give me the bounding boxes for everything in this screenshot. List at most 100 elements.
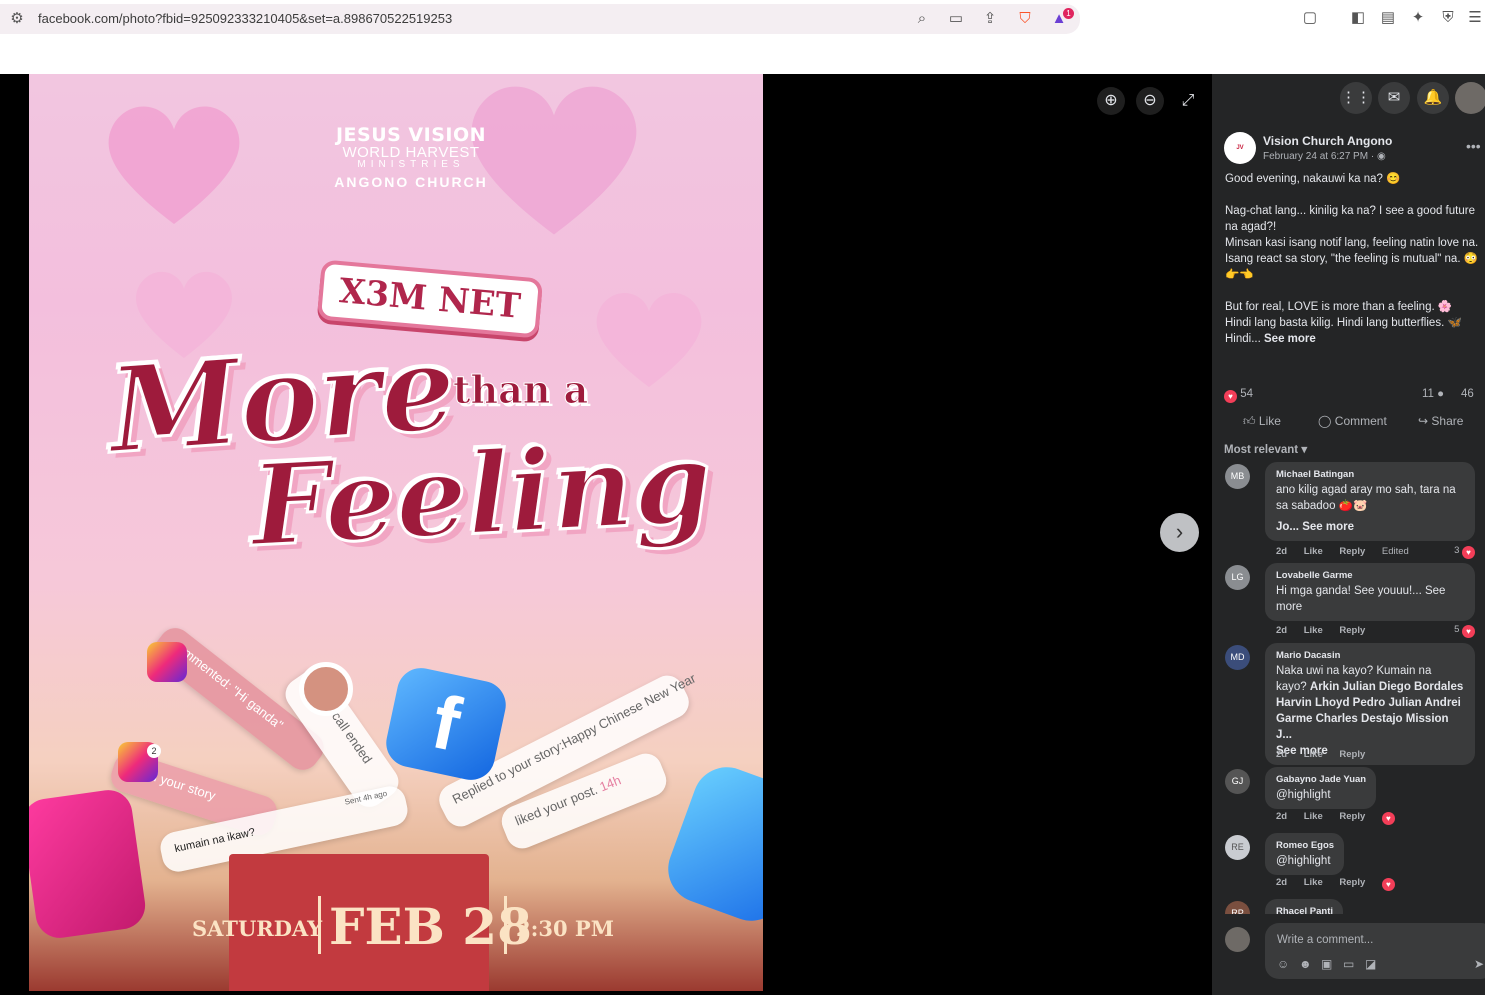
share-count[interactable]: 46 bbox=[1461, 388, 1474, 400]
post-options-icon[interactable]: ••• bbox=[1466, 138, 1481, 154]
reaction-count[interactable]: 54 bbox=[1240, 388, 1253, 400]
comment-bubble: Romeo Egos @highlight bbox=[1265, 833, 1345, 875]
comment-input-wrap[interactable]: ☺ ☻ ▣ ▭ ◪ ➤ bbox=[1265, 923, 1485, 979]
comment-text: @highlight bbox=[1276, 855, 1331, 867]
messenger-icon[interactable]: ✉ bbox=[1378, 82, 1410, 114]
like-label: Like bbox=[1258, 414, 1281, 428]
gif-icon[interactable]: ▭ bbox=[1343, 957, 1354, 971]
comment-reply-button[interactable]: Reply bbox=[1339, 625, 1365, 636]
comment-reply-button[interactable]: Reply bbox=[1339, 811, 1365, 822]
next-photo-button[interactable]: › bbox=[1160, 513, 1199, 552]
comment-reply-button[interactable]: Reply bbox=[1339, 749, 1365, 760]
site-settings-icon[interactable]: ⚙ bbox=[8, 10, 26, 28]
reader-icon[interactable]: ▢ bbox=[1301, 9, 1319, 27]
leo-ai-icon[interactable]: ✦ bbox=[1409, 9, 1427, 27]
camera-icon[interactable]: ▣ bbox=[1321, 957, 1332, 971]
comment-time[interactable]: 2d bbox=[1276, 877, 1287, 888]
url-text[interactable]: facebook.com/photo?fbid=925092333210405&… bbox=[38, 11, 452, 26]
comment-bubble: Michael Batingan ano kilig agad aray mo … bbox=[1265, 462, 1475, 541]
commenter-name[interactable]: Lovabelle Garme bbox=[1276, 569, 1465, 582]
comment-time[interactable]: 2d bbox=[1276, 546, 1287, 557]
comment-text: @highlight bbox=[1276, 789, 1331, 801]
thumbs-up-icon: 👍︎ bbox=[1243, 414, 1256, 428]
menu-grid-icon[interactable]: ⋮⋮ bbox=[1340, 82, 1372, 114]
address-bar[interactable]: ⚙ facebook.com/photo?fbid=92509233321040… bbox=[0, 4, 1080, 34]
vpn-icon[interactable]: ⛨ bbox=[1439, 9, 1457, 27]
zoom-out-icon[interactable]: ⊖ bbox=[1136, 87, 1164, 115]
like-button[interactable]: 👍︎ Like bbox=[1243, 414, 1281, 429]
comment-reply-button[interactable]: Reply bbox=[1339, 546, 1365, 557]
comment-bubble: Mario Dacasin Naka uwi na kayo? Kumain n… bbox=[1265, 643, 1475, 765]
comment-sort-dropdown[interactable]: Most relevant ▾ bbox=[1224, 442, 1307, 456]
commenter-name[interactable]: Romeo Egos bbox=[1276, 839, 1334, 852]
love-reaction-icon: ♥ bbox=[1462, 546, 1475, 559]
share-icon[interactable]: ⇪ bbox=[981, 10, 999, 28]
comment-button[interactable]: ◯ Comment bbox=[1318, 414, 1387, 428]
love-reaction-icon[interactable]: ♥ bbox=[1381, 812, 1395, 825]
comment-like-button[interactable]: Like bbox=[1304, 877, 1323, 888]
see-more-link[interactable]: Jo... See more bbox=[1276, 519, 1465, 535]
comment-reactions[interactable]: 3 ♥ bbox=[1454, 545, 1475, 559]
commenter-avatar[interactable]: MD bbox=[1225, 645, 1250, 670]
comment-composer: ☺ ☻ ▣ ▭ ◪ ➤ bbox=[1224, 923, 1485, 983]
comment-bubble: Gabayno Jade Yuan @highlight bbox=[1265, 767, 1377, 809]
comment-like-button[interactable]: Like bbox=[1304, 625, 1323, 636]
comment-time[interactable]: 2d bbox=[1276, 811, 1287, 822]
comment-icon: ◯ bbox=[1318, 414, 1332, 428]
comment-meta: 2d Like Reply Edited bbox=[1276, 546, 1423, 557]
commenter-avatar[interactable]: RE bbox=[1225, 835, 1250, 860]
comment-time[interactable]: 2d bbox=[1276, 625, 1287, 636]
send-icon[interactable]: ➤ bbox=[1474, 957, 1484, 971]
commenter-name[interactable]: Mario Dacasin bbox=[1276, 649, 1465, 662]
post-text: Good evening, nakauwi ka na? 😊 Nag-chat … bbox=[1225, 171, 1485, 363]
share-label: Share bbox=[1431, 414, 1464, 428]
commenter-avatar[interactable]: GJ bbox=[1225, 769, 1250, 794]
comment-like-button[interactable]: Like bbox=[1304, 749, 1323, 760]
comment-count[interactable]: 11 ● bbox=[1422, 388, 1444, 400]
comment-label: Comment bbox=[1334, 414, 1387, 428]
wallet-icon[interactable]: ▤ bbox=[1379, 9, 1397, 27]
menu-icon[interactable]: ☰ bbox=[1466, 9, 1484, 27]
zoom-icon[interactable]: ⌕ bbox=[913, 10, 931, 28]
sidebar-icon[interactable]: ◧ bbox=[1349, 9, 1367, 27]
commenter-avatar[interactable]: MB bbox=[1225, 464, 1250, 489]
love-reaction-icon[interactable]: ♥ bbox=[1381, 878, 1395, 891]
page-avatar[interactable]: JV bbox=[1224, 132, 1256, 164]
zoom-in-icon[interactable]: ⊕ bbox=[1097, 87, 1125, 115]
sticker-icon[interactable]: ◪ bbox=[1365, 957, 1376, 971]
post-line: Isang react sa story, "the feeling is mu… bbox=[1225, 253, 1479, 281]
commenter-name[interactable]: Gabayno Jade Yuan bbox=[1276, 773, 1366, 786]
comment-like-button[interactable]: Like bbox=[1304, 811, 1323, 822]
avatar-sticker-icon[interactable]: ☺ bbox=[1277, 957, 1289, 971]
post-date[interactable]: February 24 at 6:27 PM · ◉ bbox=[1263, 151, 1386, 162]
comment-input[interactable] bbox=[1277, 931, 1477, 949]
cast-icon[interactable]: ▭ bbox=[947, 10, 965, 28]
post-paragraph: Nag-chat lang... kinilig ka na? I see a … bbox=[1225, 203, 1485, 283]
share-button[interactable]: ↪ Share bbox=[1418, 414, 1463, 428]
title-than: than a bbox=[452, 367, 589, 413]
love-reaction-icon: ♥ bbox=[1462, 625, 1475, 638]
commenter-name[interactable]: Michael Batingan bbox=[1276, 468, 1465, 481]
post-line: Minsan kasi isang notif lang, feeling na… bbox=[1225, 237, 1479, 249]
profile-avatar[interactable] bbox=[1455, 82, 1485, 114]
comment-like-button[interactable]: Like bbox=[1304, 546, 1323, 557]
commenter-avatar[interactable]: LG bbox=[1225, 565, 1250, 590]
commenter-avatar[interactable]: RP bbox=[1225, 901, 1250, 914]
comment-time[interactable]: 2d bbox=[1276, 749, 1287, 760]
notifications-icon[interactable]: 🔔 bbox=[1417, 82, 1449, 114]
instagram-icon bbox=[147, 642, 187, 682]
comment-meta: 2d Like Reply bbox=[1276, 625, 1379, 636]
emoji-icon[interactable]: ☻ bbox=[1299, 957, 1312, 971]
see-more-link[interactable]: See more bbox=[1264, 333, 1316, 345]
reaction-count: 5 bbox=[1454, 624, 1460, 635]
comment-bubble: Lovabelle Garme Hi mga ganda! See youuu!… bbox=[1265, 563, 1475, 621]
comment-reply-button[interactable]: Reply bbox=[1339, 877, 1365, 888]
post-sidebar: ⋮⋮ ✉ 🔔 JV Vision Church Angono February … bbox=[1212, 74, 1485, 995]
comment-reactions[interactable]: 5 ♥ bbox=[1454, 624, 1475, 638]
fullscreen-icon[interactable]: ⤢ bbox=[1174, 87, 1202, 115]
page-name[interactable]: Vision Church Angono bbox=[1263, 134, 1392, 148]
brave-shield-icon[interactable]: ⛉ bbox=[1016, 10, 1034, 28]
post-date-text: February 24 at 6:27 PM · bbox=[1263, 151, 1377, 162]
heart-balloon-icon bbox=[596, 292, 702, 387]
commenter-name[interactable]: Rhacel Panti bbox=[1276, 905, 1333, 914]
